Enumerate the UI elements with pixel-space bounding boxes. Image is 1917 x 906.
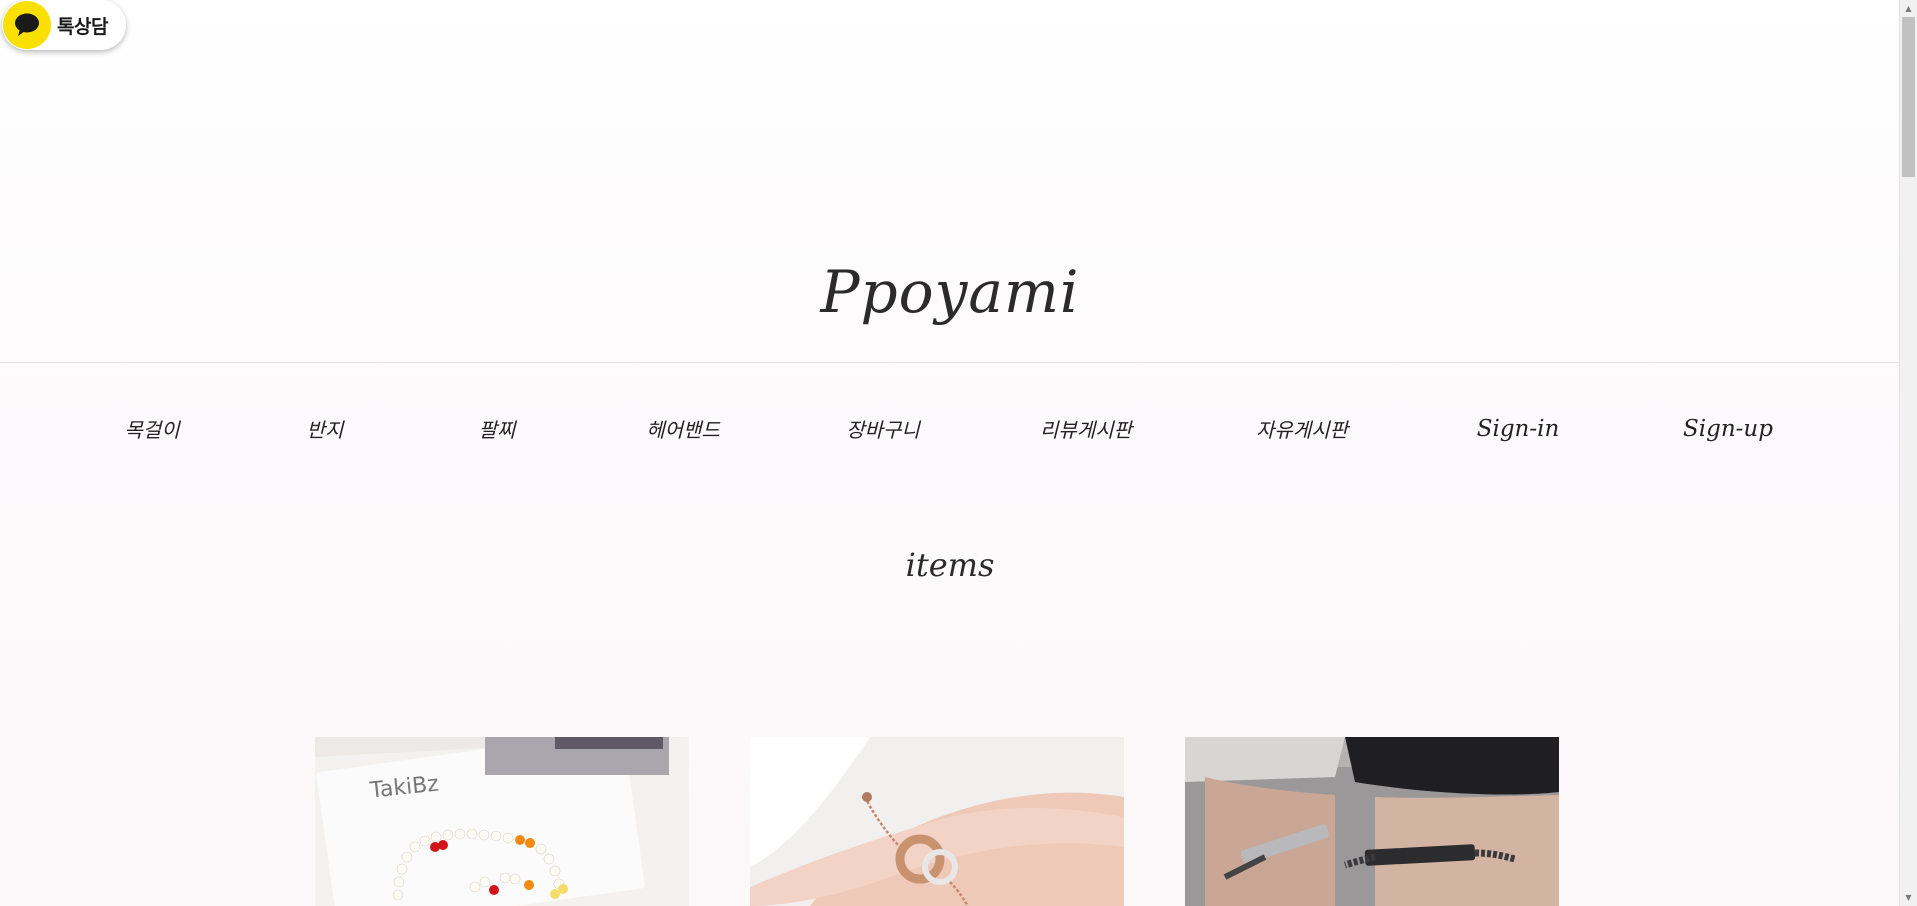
kakao-chat-button[interactable]: 톡상담 xyxy=(2,0,126,50)
header-divider xyxy=(0,362,1900,363)
site-logo[interactable]: Ppoyami xyxy=(0,258,1900,326)
nav-item-cart[interactable]: 장바구니 xyxy=(846,414,920,443)
product-card-couple-bracelet[interactable] xyxy=(1185,737,1559,906)
nav-item-free-board[interactable]: 자유게시판 xyxy=(1256,414,1348,443)
nav-item-necklace[interactable]: 목걸이 xyxy=(124,414,179,443)
nav-item-bracelet[interactable]: 팔찌 xyxy=(479,414,516,443)
scroll-up-icon[interactable]: ▲ xyxy=(1900,0,1917,17)
couple-bar-bracelet-photo xyxy=(1185,737,1559,906)
nav-item-sign-up[interactable]: Sign-up xyxy=(1683,416,1773,442)
speech-bubble-icon xyxy=(3,1,51,49)
pearl-bracelet-photo: TakiBz xyxy=(315,737,689,906)
main-nav: 목걸이 반지 팔찌 헤어밴드 장바구니 리뷰게시판 자유게시판 Sign-in … xyxy=(0,414,1900,448)
nav-item-review-board[interactable]: 리뷰게시판 xyxy=(1040,414,1132,443)
nav-item-sign-in[interactable]: Sign-in xyxy=(1477,416,1560,442)
scroll-down-icon[interactable]: ▼ xyxy=(1900,889,1917,906)
nav-item-hairband[interactable]: 헤어밴드 xyxy=(646,414,720,443)
scrollbar-thumb[interactable] xyxy=(1902,17,1915,177)
product-card-pearl-bracelet[interactable]: TakiBz xyxy=(315,737,689,906)
page-scrollbar[interactable]: ▲ ▼ xyxy=(1899,0,1917,906)
nav-item-ring[interactable]: 반지 xyxy=(307,414,344,443)
page: 톡상담 Ppoyami 목걸이 반지 팔찌 헤어밴드 장바구니 리뷰게시판 자유… xyxy=(0,0,1917,906)
section-title: items xyxy=(905,546,995,584)
kakao-chat-label: 톡상담 xyxy=(57,15,108,38)
product-card-rose-gold-bracelet[interactable] xyxy=(750,737,1124,906)
rose-gold-bracelet-photo xyxy=(750,737,1124,906)
